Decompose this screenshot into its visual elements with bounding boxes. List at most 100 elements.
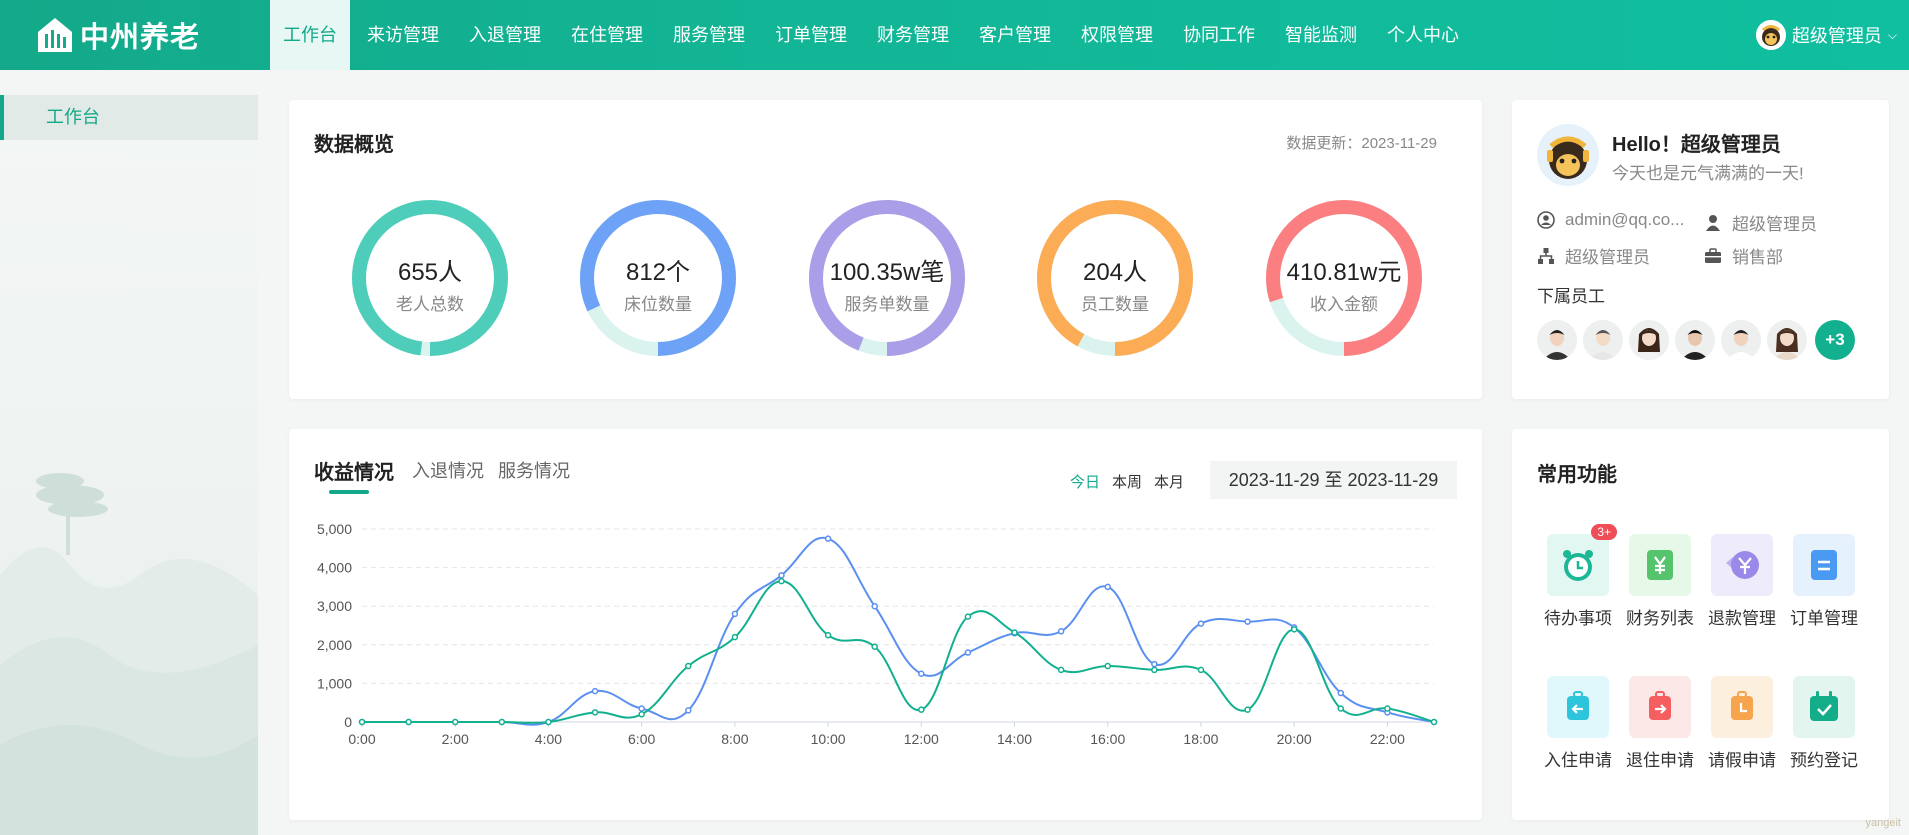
data-point: [1244, 706, 1251, 713]
function-refund[interactable]: 退款管理: [1701, 534, 1783, 629]
nav-item-9[interactable]: 协同工作: [1170, 0, 1268, 70]
user-menu[interactable]: 超级管理员 ⌵: [1755, 0, 1897, 70]
nav-item-8[interactable]: 权限管理: [1068, 0, 1166, 70]
data-point: [918, 670, 925, 677]
function-order[interactable]: 订单管理: [1783, 534, 1865, 629]
x-tick-label: 16:00: [1090, 731, 1125, 747]
revenue-line-chart: 0 1,000 2,000 3,000 4,000 5,000 0:00 2:00 4:00 6:…: [317, 521, 1438, 747]
x-tick-label: 22:00: [1370, 731, 1405, 747]
mountain-landscape-decoration: [0, 473, 258, 835]
function-yuan[interactable]: 财务列表: [1619, 534, 1701, 629]
stat-donut-3: 204人 员工数量: [1035, 198, 1195, 358]
common-functions-card: 常用功能 3+ 待办事项 财务列表 退款管理 订单管理入住申请 退住申请 请假申请 预约登记: [1512, 429, 1889, 820]
function-label: 请假申请: [1708, 751, 1776, 770]
function-clock[interactable]: 3+ 待办事项: [1537, 524, 1619, 629]
nav-item-6[interactable]: 财务管理: [864, 0, 962, 70]
nav-item-7[interactable]: 客户管理: [966, 0, 1064, 70]
brand[interactable]: 中州养老: [0, 14, 270, 56]
x-tick-label: 14:00: [997, 731, 1032, 747]
stat-value: 410.81w元: [1286, 259, 1402, 286]
staff-avatar[interactable]: [1767, 320, 1807, 360]
nav-item-2[interactable]: 入退管理: [456, 0, 554, 70]
staff-avatar[interactable]: [1721, 320, 1761, 360]
function-checkout[interactable]: 退住申请: [1619, 676, 1701, 771]
data-point: [778, 577, 785, 585]
tab-admission[interactable]: 入退情况: [412, 457, 484, 483]
staff-avatar[interactable]: [1629, 320, 1669, 360]
staff-avatar[interactable]: [1675, 320, 1715, 360]
calendar-icon: [1793, 676, 1855, 738]
data-point: [1337, 705, 1345, 712]
staff-avatar[interactable]: [1537, 320, 1577, 360]
stat-value: 812个: [625, 259, 691, 286]
profile-card: Hello！超级管理员 今天也是元气满满的一天! admin@qq.co... …: [1512, 100, 1889, 399]
data-point: [1151, 666, 1158, 674]
top-nav-bar: 中州养老 工作台 来访管理 入退管理 在住管理 服务管理 订单管理 财务管理 客户管理 权限管理…: [0, 0, 1909, 70]
user-circle-icon: [1537, 211, 1555, 229]
functions-title: 常用功能: [1537, 464, 1617, 486]
data-point: [358, 718, 366, 726]
function-calendar[interactable]: 预约登记: [1783, 676, 1865, 771]
update-time: 数据更新：2023-11-29: [1286, 132, 1437, 153]
tab-service[interactable]: 服务情况: [498, 457, 570, 483]
nav-item-0[interactable]: 工作台: [270, 0, 350, 70]
x-tick-label: 12:00: [904, 731, 939, 747]
x-tick-label: 6:00: [628, 731, 655, 747]
data-point: [1057, 628, 1065, 635]
tab-revenue[interactable]: 收益情况: [314, 456, 394, 485]
data-point: [918, 706, 925, 713]
user-icon: [1706, 214, 1720, 231]
function-checkin[interactable]: 入住申请: [1537, 676, 1619, 771]
brand-name: 中州养老: [80, 22, 201, 54]
x-tick-label: 20:00: [1277, 731, 1312, 747]
nav-item-11[interactable]: 个人中心: [1374, 0, 1472, 70]
stat-value: 204人: [1082, 259, 1148, 286]
checkin-icon: [1547, 676, 1609, 738]
watermark: yangeit: [1865, 817, 1901, 829]
email-info: admin@qq.co...: [1537, 210, 1684, 230]
stat-label: 服务单数量: [844, 295, 930, 314]
data-point: [824, 535, 832, 542]
data-point: [1244, 618, 1251, 625]
sidebar-item-workbench[interactable]: 工作台: [0, 95, 258, 140]
role-text: 超级管理员: [1732, 215, 1817, 234]
staff-avatar[interactable]: [1583, 320, 1623, 360]
chevron-down-icon: ⌵: [1887, 27, 1897, 42]
data-point: [731, 610, 739, 618]
data-point: [1384, 705, 1391, 712]
refund-icon: [1711, 534, 1773, 596]
org-text: 超级管理员: [1565, 248, 1650, 267]
y-tick-label: 4,000: [317, 560, 352, 576]
data-point: [824, 631, 832, 639]
function-leave[interactable]: 请假申请: [1701, 676, 1783, 771]
nav-item-5[interactable]: 订单管理: [762, 0, 860, 70]
stat-donut-0: 655人 老人总数: [350, 198, 510, 358]
x-tick-label: 8:00: [721, 731, 748, 747]
function-label: 订单管理: [1790, 609, 1858, 628]
user-name: 超级管理员: [1791, 26, 1882, 46]
notification-badge: 3+: [1591, 524, 1617, 540]
y-tick-label: 2,000: [317, 637, 352, 653]
nav-item-4[interactable]: 服务管理: [660, 0, 758, 70]
data-point: [964, 649, 972, 656]
data-point: [451, 718, 459, 726]
order-icon: [1793, 534, 1855, 596]
nav-item-3[interactable]: 在住管理: [558, 0, 656, 70]
more-staff-button[interactable]: +3: [1815, 320, 1855, 360]
x-tick-label: 0:00: [348, 731, 375, 747]
range-today[interactable]: 今日: [1070, 471, 1100, 492]
y-tick-label: 0: [344, 714, 352, 730]
x-tick-label: 10:00: [811, 731, 846, 747]
series-line-1: [362, 580, 1435, 724]
range-month[interactable]: 本月: [1154, 471, 1184, 492]
data-point: [1104, 583, 1111, 591]
range-week[interactable]: 本周: [1112, 471, 1142, 492]
nav-item-10[interactable]: 智能监测: [1272, 0, 1370, 70]
data-point: [731, 633, 739, 641]
org-info: 超级管理员: [1537, 243, 1650, 268]
nav-item-1[interactable]: 来访管理: [354, 0, 452, 70]
y-tick-label: 1,000: [317, 675, 352, 691]
revenue-card: 收益情况 入退情况 服务情况 今日 本周 本月 2023-11-29 至 202…: [289, 429, 1482, 820]
date-range-picker[interactable]: 2023-11-29 至 2023-11-29: [1210, 461, 1457, 499]
function-label: 退住申请: [1626, 751, 1694, 770]
